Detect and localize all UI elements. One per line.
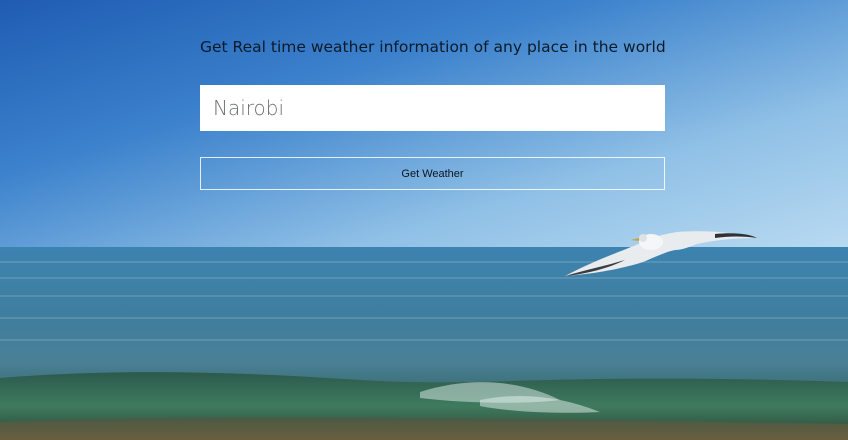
city-search-input[interactable] xyxy=(200,85,665,131)
background-seascape xyxy=(0,0,848,440)
page-title: Get Real time weather information of any… xyxy=(200,38,666,56)
get-weather-button[interactable]: Get Weather xyxy=(200,157,665,190)
